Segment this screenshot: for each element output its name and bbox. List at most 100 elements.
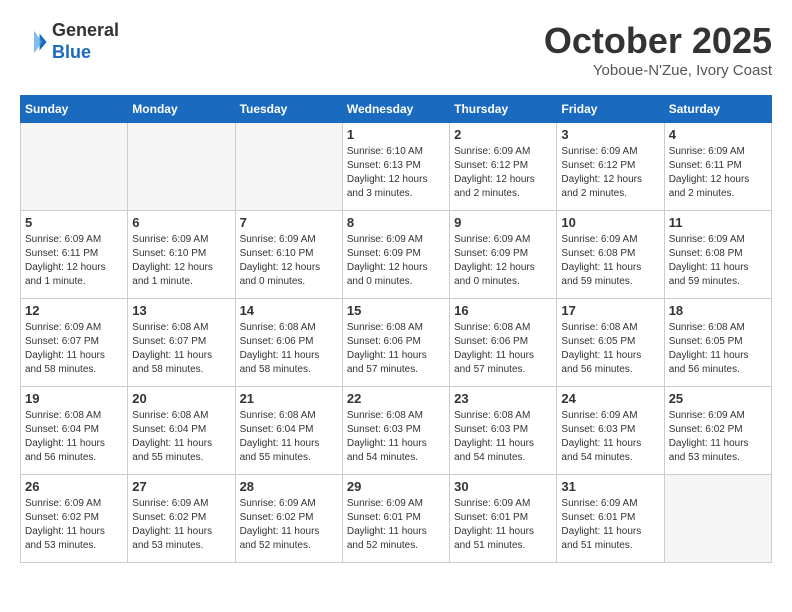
day-info: Sunrise: 6:08 AM Sunset: 6:03 PM Dayligh…	[454, 409, 552, 465]
calendar-body: 1Sunrise: 6:10 AM Sunset: 6:13 PM Daylig…	[21, 123, 772, 563]
calendar-day-cell	[21, 123, 128, 211]
calendar-day-cell: 8Sunrise: 6:09 AM Sunset: 6:09 PM Daylig…	[342, 211, 449, 299]
day-info: Sunrise: 6:08 AM Sunset: 6:06 PM Dayligh…	[347, 321, 445, 377]
calendar-day-cell: 26Sunrise: 6:09 AM Sunset: 6:02 PM Dayli…	[21, 475, 128, 563]
weekday-header-cell: Saturday	[664, 96, 771, 123]
calendar-day-cell: 3Sunrise: 6:09 AM Sunset: 6:12 PM Daylig…	[557, 123, 664, 211]
calendar-week-row: 26 Sunrise: 6:09 AM Sunset: 6:02 PM Dayli…	[21, 475, 772, 563]
day-info: Sunrise: 6:09 AM Sunset: 6:10 PM Dayligh…	[240, 233, 338, 289]
weekday-header-cell: Monday	[128, 96, 235, 123]
logo: General Blue	[20, 20, 119, 63]
logo-icon	[20, 28, 48, 56]
day-number: 29	[347, 479, 445, 494]
calendar-day-cell: 16Sunrise: 6:08 AM Sunset: 6:06 PM Dayli…	[450, 299, 557, 387]
calendar-day-cell: 12Sunrise: 6:09 AM Sunset: 6:07 PM Dayli…	[21, 299, 128, 387]
day-info: Sunrise: 6:08 AM Sunset: 6:05 PM Dayligh…	[561, 321, 659, 377]
day-info: Sunrise: 6:08 AM Sunset: 6:04 PM Dayligh…	[25, 409, 123, 465]
day-info: Sunrise: 6:09 AM Sunset: 6:01 PM Dayligh…	[347, 497, 445, 553]
day-info: Sunrise: 6:09 AM Sunset: 6:01 PM Dayligh…	[454, 497, 552, 553]
day-info: Sunrise: 6:09 AM Sunset: 6:07 PM Dayligh…	[25, 321, 123, 377]
calendar-day-cell: 4 Sunrise: 6:09 AM Sunset: 6:11 PM Daylig…	[664, 123, 771, 211]
calendar-day-cell: 6 Sunrise: 6:09 AM Sunset: 6:10 PM Daylig…	[128, 211, 235, 299]
day-info: Sunrise: 6:08 AM Sunset: 6:04 PM Dayligh…	[240, 409, 338, 465]
weekday-header-row: SundayMondayTuesdayWednesdayThursdayFrid…	[21, 96, 772, 123]
calendar-day-cell: 10Sunrise: 6:09 AM Sunset: 6:08 PM Dayli…	[557, 211, 664, 299]
day-number: 17	[561, 303, 659, 318]
calendar-day-cell: 7 Sunrise: 6:09 AM Sunset: 6:10 PM Daylig…	[235, 211, 342, 299]
weekday-header-cell: Tuesday	[235, 96, 342, 123]
calendar-week-row: 19 Sunrise: 6:08 AM Sunset: 6:04 PM Dayli…	[21, 387, 772, 475]
calendar-day-cell: 5Sunrise: 6:09 AM Sunset: 6:11 PM Daylig…	[21, 211, 128, 299]
day-info: Sunrise: 6:09 AM Sunset: 6:11 PM Dayligh…	[25, 233, 123, 289]
calendar-day-cell: 15 Sunrise: 6:08 AM Sunset: 6:06 PM Dayli…	[342, 299, 449, 387]
calendar-day-cell: 18 Sunrise: 6:08 AM Sunset: 6:05 PM Dayli…	[664, 299, 771, 387]
logo-blue-text: Blue	[52, 42, 119, 64]
day-info: Sunrise: 6:08 AM Sunset: 6:05 PM Dayligh…	[669, 321, 767, 377]
day-number: 31	[561, 479, 659, 494]
day-number: 24	[561, 391, 659, 406]
day-info: Sunrise: 6:09 AM Sunset: 6:09 PM Dayligh…	[454, 233, 552, 289]
day-info: Sunrise: 6:09 AM Sunset: 6:02 PM Dayligh…	[240, 497, 338, 553]
day-number: 3	[561, 127, 659, 142]
calendar-day-cell: 19 Sunrise: 6:08 AM Sunset: 6:04 PM Dayli…	[21, 387, 128, 475]
calendar-day-cell: 28 Sunrise: 6:09 AM Sunset: 6:02 PM Dayli…	[235, 475, 342, 563]
day-info: Sunrise: 6:08 AM Sunset: 6:07 PM Dayligh…	[132, 321, 230, 377]
day-info: Sunrise: 6:09 AM Sunset: 6:02 PM Dayligh…	[132, 497, 230, 553]
day-info: Sunrise: 6:09 AM Sunset: 6:03 PM Dayligh…	[561, 409, 659, 465]
calendar-day-cell	[235, 123, 342, 211]
day-number: 10	[561, 215, 659, 230]
calendar-week-row: 1Sunrise: 6:10 AM Sunset: 6:13 PM Daylig…	[21, 123, 772, 211]
calendar-day-cell: 2 Sunrise: 6:09 AM Sunset: 6:12 PM Daylig…	[450, 123, 557, 211]
day-info: Sunrise: 6:09 AM Sunset: 6:02 PM Dayligh…	[669, 409, 767, 465]
day-number: 14	[240, 303, 338, 318]
calendar-day-cell	[664, 475, 771, 563]
calendar-day-cell: 14 Sunrise: 6:08 AM Sunset: 6:06 PM Dayli…	[235, 299, 342, 387]
day-number: 19	[25, 391, 123, 406]
day-info: Sunrise: 6:08 AM Sunset: 6:04 PM Dayligh…	[132, 409, 230, 465]
calendar-day-cell	[128, 123, 235, 211]
day-number: 23	[454, 391, 552, 406]
calendar-day-cell: 27Sunrise: 6:09 AM Sunset: 6:02 PM Dayli…	[128, 475, 235, 563]
weekday-header-cell: Sunday	[21, 96, 128, 123]
day-info: Sunrise: 6:09 AM Sunset: 6:11 PM Dayligh…	[669, 145, 767, 201]
calendar-day-cell: 9 Sunrise: 6:09 AM Sunset: 6:09 PM Daylig…	[450, 211, 557, 299]
logo-general-text: General	[52, 20, 119, 42]
calendar-day-cell: 29 Sunrise: 6:09 AM Sunset: 6:01 PM Dayli…	[342, 475, 449, 563]
day-info: Sunrise: 6:09 AM Sunset: 6:09 PM Dayligh…	[347, 233, 445, 289]
day-info: Sunrise: 6:09 AM Sunset: 6:01 PM Dayligh…	[561, 497, 659, 553]
calendar-day-cell: 13 Sunrise: 6:08 AM Sunset: 6:07 PM Dayli…	[128, 299, 235, 387]
day-info: Sunrise: 6:09 AM Sunset: 6:08 PM Dayligh…	[669, 233, 767, 289]
day-number: 28	[240, 479, 338, 494]
day-number: 16	[454, 303, 552, 318]
day-info: Sunrise: 6:09 AM Sunset: 6:12 PM Dayligh…	[454, 145, 552, 201]
calendar-week-row: 5Sunrise: 6:09 AM Sunset: 6:11 PM Daylig…	[21, 211, 772, 299]
calendar-day-cell: 22Sunrise: 6:08 AM Sunset: 6:03 PM Dayli…	[342, 387, 449, 475]
calendar-day-cell: 1Sunrise: 6:10 AM Sunset: 6:13 PM Daylig…	[342, 123, 449, 211]
weekday-header-cell: Friday	[557, 96, 664, 123]
day-number: 18	[669, 303, 767, 318]
day-number: 25	[669, 391, 767, 406]
day-info: Sunrise: 6:09 AM Sunset: 6:10 PM Dayligh…	[132, 233, 230, 289]
calendar-day-cell: 17 Sunrise: 6:08 AM Sunset: 6:05 PM Dayli…	[557, 299, 664, 387]
day-number: 15	[347, 303, 445, 318]
month-title: October 2025	[544, 20, 772, 62]
day-number: 13	[132, 303, 230, 318]
title-block: October 2025 Yoboue-N'Zue, Ivory Coast	[544, 20, 772, 79]
page-header: General Blue October 2025 Yoboue-N'Zue, …	[20, 20, 772, 79]
day-number: 20	[132, 391, 230, 406]
day-number: 4	[669, 127, 767, 142]
calendar-table: SundayMondayTuesdayWednesdayThursdayFrid…	[20, 95, 772, 563]
day-number: 2	[454, 127, 552, 142]
day-info: Sunrise: 6:10 AM Sunset: 6:13 PM Dayligh…	[347, 145, 445, 201]
weekday-header-cell: Thursday	[450, 96, 557, 123]
day-number: 26	[25, 479, 123, 494]
calendar-day-cell: 21Sunrise: 6:08 AM Sunset: 6:04 PM Dayli…	[235, 387, 342, 475]
day-number: 9	[454, 215, 552, 230]
day-info: Sunrise: 6:08 AM Sunset: 6:06 PM Dayligh…	[240, 321, 338, 377]
day-number: 22	[347, 391, 445, 406]
calendar-day-cell: 30Sunrise: 6:09 AM Sunset: 6:01 PM Dayli…	[450, 475, 557, 563]
calendar-day-cell: 23 Sunrise: 6:08 AM Sunset: 6:03 PM Dayli…	[450, 387, 557, 475]
day-number: 6	[132, 215, 230, 230]
calendar-day-cell: 11Sunrise: 6:09 AM Sunset: 6:08 PM Dayli…	[664, 211, 771, 299]
day-number: 7	[240, 215, 338, 230]
